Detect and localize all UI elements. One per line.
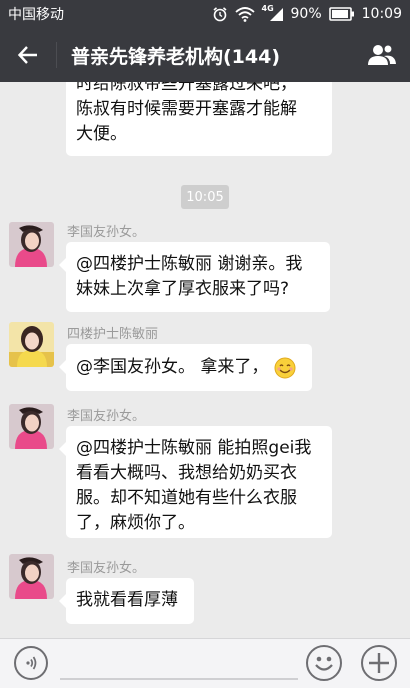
arrow-left-icon (17, 46, 37, 64)
message-line: @李国友孙女。 拿来了， (76, 357, 269, 377)
wifi-icon (234, 7, 255, 22)
message-bubble[interactable]: 我就看看厚薄 (59, 578, 194, 624)
alarm-icon (212, 7, 227, 22)
chat-title: 普亲先锋养老机构(144) (71, 45, 281, 68)
sender-name: 李国友孙女。 (67, 225, 146, 240)
message-bubble[interactable]: @四楼护士陈敏丽 能拍照gei我 看看大概吗、我想给奶奶买衣 服。却不知道她有些… (59, 426, 332, 538)
more-options-button[interactable] (361, 645, 397, 681)
message-line: 陈叔有时候需要开塞露才能解 (76, 99, 297, 119)
message-line: @四楼护士陈敏丽 谢谢亲。我 (76, 254, 303, 274)
plus-icon (369, 653, 389, 673)
input-bar (0, 638, 410, 688)
message-input[interactable] (60, 678, 298, 680)
message-bubble[interactable]: @李国友孙女。 拿来了， (59, 344, 312, 391)
signal-icon (269, 8, 283, 21)
message-line: 了，麻烦你了。 (76, 513, 195, 533)
status-icons: 4G 90% 10:09 (212, 4, 402, 22)
message-line: @四楼护士陈敏丽 能拍照gei我 (76, 438, 312, 458)
avatar-photo-icon (9, 404, 54, 449)
battery-level: 90% (290, 6, 322, 22)
avatar[interactable] (9, 554, 54, 599)
back-button[interactable] (0, 28, 56, 82)
chat-header: 普亲先锋养老机构(144) (0, 28, 410, 82)
message-line: 大便。 (76, 124, 127, 144)
carrier-name: 中国移动 (8, 7, 64, 23)
emoji-icon (315, 656, 333, 671)
message-list[interactable]: 时给陈叔带些开塞露过来吧， 陈叔有时候需要开塞露才能解 大便。 10:05 李国… (0, 82, 410, 638)
sender-name: 四楼护士陈敏丽 (67, 327, 159, 342)
message-line: 时给陈叔带些开塞露过来吧， (76, 82, 297, 94)
avatar[interactable] (9, 222, 54, 267)
signal-indicator: 4G (262, 4, 284, 22)
smiley-emoji-icon (274, 357, 296, 378)
avatar[interactable] (9, 322, 54, 367)
sender-name: 李国友孙女。 (67, 561, 146, 576)
group-members-button[interactable] (354, 28, 410, 82)
emoji-button[interactable] (306, 645, 342, 681)
message-bubble[interactable]: @四楼护士陈敏丽 谢谢亲。我 妹妹上次拿了厚衣服来了吗? (59, 242, 330, 312)
avatar-photo-icon (9, 222, 54, 267)
status-bar: 中国移动 4G 90% 10:09 (0, 0, 410, 28)
message-line: 妹妹上次拿了厚衣服来了吗? (76, 279, 290, 299)
message-bubble[interactable]: 时给陈叔带些开塞露过来吧， 陈叔有时候需要开塞露才能解 大便。 (66, 82, 332, 156)
message-line: 服。却不知道她有些什么衣服 (76, 488, 297, 508)
timestamp-label: 10:05 (181, 185, 229, 209)
avatar-photo-icon (9, 554, 54, 599)
sender-name: 李国友孙女。 (67, 409, 146, 424)
group-contacts-icon (368, 44, 396, 65)
message-line: 看看大概吗、我想给奶奶买衣 (76, 463, 297, 483)
voice-input-button[interactable] (14, 646, 48, 680)
clock-time: 10:09 (361, 6, 402, 22)
avatar[interactable] (9, 404, 54, 449)
voice-icon (26, 656, 37, 670)
message-line: 我就看看厚薄 (76, 590, 178, 610)
avatar-photo-icon (9, 322, 54, 367)
battery-icon (328, 7, 354, 21)
